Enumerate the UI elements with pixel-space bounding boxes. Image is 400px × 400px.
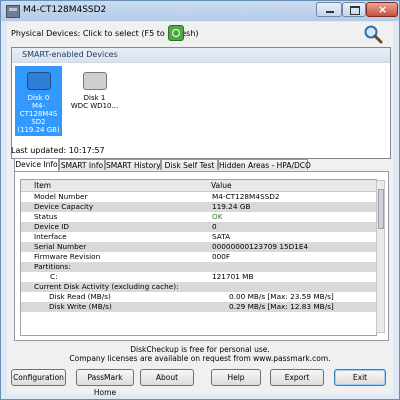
row-label: Device ID [34,222,70,231]
footer-line-2: Company licenses are available on reques… [69,354,331,363]
magnifier-icon[interactable] [363,24,383,44]
row-value: 0.00 MB/s [Max: 23.59 MB/s] [229,292,334,301]
row-value: 000F [212,252,231,261]
grid-row[interactable]: Current Disk Activity (excluding cache): [21,282,376,292]
row-value: M4-CT128M4SSD2 [212,192,280,201]
exit-button[interactable]: Exit [334,369,386,386]
grid-row[interactable]: C: 121701 MB [21,272,376,282]
grid-row[interactable]: Disk Read (MB/s) 0.00 MB/s [Max: 23.59 M… [21,292,376,302]
device-info-grid[interactable]: Item Value Model Number M4-CT128M4SSD2 D… [20,179,377,336]
main-client-area: Physical Devices: Click to select (F5 to… [7,22,393,397]
row-value: 0 [212,222,217,231]
row-label: Disk Write (MB/s) [49,302,112,311]
disk0-line4: (119.24 GB) [17,126,60,134]
maximize-icon [350,6,360,15]
scrollbar-thumb[interactable] [378,189,384,229]
disk1-item[interactable]: Disk 1 WDC WD10... [67,66,122,136]
grid-row[interactable]: Firmware Revision 000F [21,252,376,262]
grid-row[interactable]: Disk Write (MB/s) 0.29 MB/s [Max: 12.83 … [21,302,376,312]
footer-note: DiskCheckup is free for personal use. Co… [7,345,393,363]
close-icon: × [378,3,388,16]
disk-drive-icon [82,72,107,90]
configuration-button[interactable]: Configuration [11,369,66,386]
passmark-home-button[interactable]: PassMark Home [76,369,134,397]
tab-smart-info[interactable]: SMART Info [59,159,105,170]
export-button[interactable]: Export [270,369,324,386]
window-title-ghost-text: technology attributes are also monitored [141,5,326,15]
row-value: 121701 MB [212,272,254,281]
help-button[interactable]: Help [211,369,261,386]
status-value: OK [212,212,223,221]
column-header-value: Value [211,181,232,190]
grid-row[interactable]: Interface SATA [21,232,376,242]
tab-device-info[interactable]: Device Info [14,158,59,171]
row-label: Device Capacity [34,202,94,211]
grid-row[interactable]: Partitions: [21,262,376,272]
maximize-button[interactable] [342,2,366,17]
last-updated-label: Last updated: 10:17:57 [11,146,105,155]
title-bar[interactable]: M4-CT128M4SSD2 technology attributes are… [1,1,399,21]
row-value: 00000000123709 15D1E4 [212,242,309,251]
minimize-icon [326,11,334,13]
footer-line-1: DiskCheckup is free for personal use. [130,345,270,354]
refresh-icon[interactable] [168,25,184,41]
disk0-line2: M4-CT128M4S [19,102,58,118]
tab-strip: Device Info SMART Info SMART History Dis… [14,158,389,171]
tab-smart-history[interactable]: SMART History [105,159,161,170]
smart-devices-panel: SMART-enabled Devices Disk 0 M4-CT128M4S… [11,47,391,159]
close-button[interactable]: × [366,2,398,17]
disk-drive-icon [26,72,51,90]
row-label: Status [34,212,58,221]
grid-row[interactable]: Device ID 0 [21,222,376,232]
window-title: M4-CT128M4SSD2 [23,5,107,15]
device-info-panel: Item Value Model Number M4-CT128M4SSD2 D… [14,171,389,341]
vertical-scrollbar[interactable] [376,180,385,333]
row-value: SATA [212,232,231,241]
disk1-line1: Disk 1 [83,94,106,102]
minimize-button[interactable] [316,2,342,17]
row-label: Firmware Revision [34,252,101,261]
app-icon [6,5,20,18]
row-label: C: [50,272,58,281]
grid-row[interactable]: Device Capacity 119.24 GB [21,202,376,212]
row-value: 119.24 GB [212,202,251,211]
row-label: Partitions: [34,262,71,271]
smart-devices-header: SMART-enabled Devices [12,48,390,63]
grid-header: Item Value [21,180,376,192]
row-label: Serial Number [34,242,87,251]
tab-hidden-areas[interactable]: Hidden Areas - HPA/DCO [218,159,311,170]
column-header-item: Item [34,181,52,190]
app-window: M4-CT128M4SSD2 technology attributes are… [0,0,400,400]
about-button[interactable]: About [140,369,194,386]
row-label: Current Disk Activity (excluding cache): [34,282,179,291]
grid-row[interactable]: Model Number M4-CT128M4SSD2 [21,192,376,202]
disk0-item[interactable]: Disk 0 M4-CT128M4S SD2 (119.24 GB) [15,66,62,136]
smart-devices-title: SMART-enabled Devices [22,50,118,59]
disk0-line1: Disk 0 [27,94,50,102]
disk1-line2: WDC WD10... [70,102,119,110]
grid-row[interactable]: Serial Number 00000000123709 15D1E4 [21,242,376,252]
tab-disk-self-test[interactable]: Disk Self Test [161,159,218,170]
row-label: Disk Read (MB/s) [49,292,111,301]
row-value: 0.29 MB/s [Max: 12.83 MB/s] [229,302,334,311]
disk0-line3: SD2 [31,118,46,126]
row-label: Interface [34,232,67,241]
grid-row[interactable]: Status OK [21,212,376,222]
row-label: Model Number [34,192,88,201]
